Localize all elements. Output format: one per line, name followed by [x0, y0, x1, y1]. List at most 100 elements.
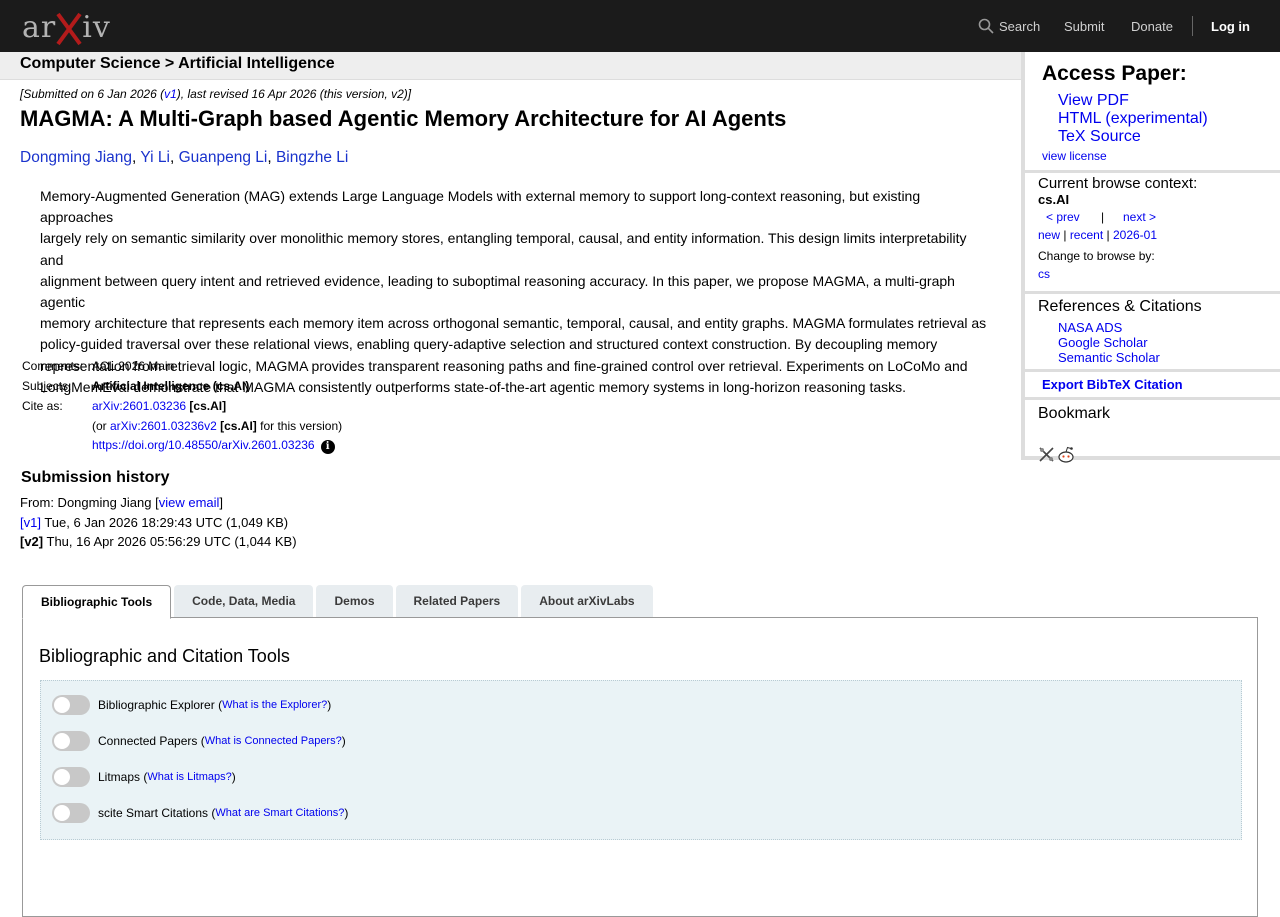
logo-suffix: iv: [82, 10, 111, 45]
dateline-v1-link[interactable]: v1: [164, 87, 177, 101]
refs-title: References & Citations: [1038, 298, 1202, 315]
next-link[interactable]: next >: [1123, 210, 1156, 224]
comments-value: ACL 2026 Main: [92, 359, 175, 373]
cite2-prefix: (or: [92, 419, 110, 433]
tool-label: Litmaps: [98, 770, 141, 784]
browse-context-box: Current browse context: cs.AI < prev | n…: [1025, 173, 1280, 294]
version-v2-date: Thu, 16 Apr 2026 05:56:29 UTC (1,044 KB): [43, 534, 297, 549]
google-scholar-link[interactable]: Google Scholar: [1058, 335, 1148, 350]
tab-panel: Bibliographic and Citation Tools Bibliog…: [22, 617, 1258, 917]
bookmark-icons: [1038, 446, 1075, 463]
tab-about-arxivlabs[interactable]: About arXivLabs: [521, 585, 653, 617]
month-link[interactable]: 2026-01: [1113, 228, 1157, 242]
cite-version-link[interactable]: arXiv:2601.03236v2: [110, 419, 217, 433]
submission-history: From: Dongming Jiang [view email] [v1] T…: [20, 493, 297, 552]
metadata-table: Comments: ACL 2026 Main Subjects: Artifi…: [22, 356, 342, 456]
labs-tab-bar: Bibliographic Tools Code, Data, Media De…: [22, 585, 656, 619]
export-box: Export BibTeX Citation: [1025, 372, 1280, 400]
references-citations-box: References & Citations NASA ADS Google S…: [1025, 294, 1280, 372]
connected-papers-toggle[interactable]: [52, 731, 90, 751]
bookmark-title: Bookmark: [1038, 405, 1111, 422]
tools-heading: Bibliographic and Citation Tools: [39, 646, 290, 666]
author-link[interactable]: Dongming Jiang: [20, 149, 132, 166]
access-paper-box: Access Paper: View PDF HTML (experimenta…: [1025, 52, 1280, 173]
paper-title: MAGMA: A Multi-Graph based Agentic Memor…: [20, 106, 787, 131]
nav-divider: [1192, 16, 1193, 36]
top-navbar: ar iv Search Submit Donate Log in: [0, 0, 1280, 52]
tool-label: Connected Papers: [98, 734, 198, 748]
view-license-link[interactable]: view license: [1042, 149, 1107, 163]
browse-cs-link[interactable]: cs: [1038, 267, 1050, 281]
reddit-icon[interactable]: [1057, 446, 1075, 463]
tex-source-link[interactable]: TeX Source: [1058, 128, 1141, 146]
bibsonomy-icon[interactable]: [1038, 446, 1055, 463]
tool-help-link[interactable]: What is the Explorer?: [222, 699, 327, 711]
donate-link[interactable]: Donate: [1131, 0, 1173, 52]
comments-label: Comments:: [22, 359, 84, 373]
abstract-line: memory architecture that represents each…: [40, 315, 987, 332]
cite-label: Cite as:: [22, 399, 63, 413]
author-link[interactable]: Guanpeng Li: [179, 149, 268, 166]
subjects-value: Artificial Intelligence (cs.AI): [92, 379, 250, 393]
semantic-scholar-link[interactable]: Semantic Scholar: [1058, 350, 1160, 365]
version-v1-date: Tue, 6 Jan 2026 18:29:43 UTC (1,049 KB): [40, 514, 289, 530]
submission-dateline: [Submitted on 6 Jan 2026 (v1), last revi…: [20, 87, 411, 101]
arxiv-logo[interactable]: ar iv: [22, 10, 111, 46]
info-circle-icon[interactable]: i: [320, 439, 335, 454]
author-list: Dongming Jiang, Yi Li, Guanpeng Li, Bing…: [20, 149, 349, 166]
recent-link[interactable]: recent: [1070, 228, 1103, 242]
author-link[interactable]: Bingzhe Li: [276, 149, 348, 166]
tool-row: Bibliographic Explorer (What is the Expl…: [52, 695, 331, 715]
dateline-prefix: [Submitted on 6 Jan 2026 (: [20, 87, 165, 101]
browse-links: new | recent | 2026-01: [1038, 228, 1158, 242]
right-sidebar: Access Paper: View PDF HTML (experimenta…: [1021, 52, 1280, 463]
cite2-category: [cs.AI]: [220, 419, 257, 433]
submit-link[interactable]: Submit: [1064, 0, 1104, 52]
litmaps-toggle[interactable]: [52, 767, 90, 787]
login-link[interactable]: Log in: [1211, 0, 1250, 52]
cite-category: [cs.AI]: [189, 399, 227, 413]
prev-next-divider: |: [1101, 210, 1105, 224]
access-paper-title: Access Paper:: [1042, 62, 1187, 85]
tab-related-papers[interactable]: Related Papers: [395, 585, 519, 617]
search-icon: [978, 18, 994, 34]
version-v2-label: [v2]: [20, 534, 44, 549]
new-link[interactable]: new: [1038, 228, 1060, 242]
nasa-ads-link[interactable]: NASA ADS: [1058, 320, 1122, 335]
view-pdf-link[interactable]: View PDF: [1058, 92, 1129, 110]
subjects-label: Subjects:: [22, 379, 72, 393]
breadcrumb: Computer Science > Artificial Intelligen…: [0, 52, 1021, 80]
tab-demos[interactable]: Demos: [316, 585, 393, 617]
context-value: cs.AI: [1038, 192, 1070, 207]
dateline-suffix: ), last revised 16 Apr 2026 (this versio…: [176, 87, 412, 101]
cite-id-link[interactable]: arXiv:2601.03236: [92, 399, 186, 413]
tool-help-link[interactable]: What is Litmaps?: [147, 771, 231, 783]
tool-row: Litmaps (What is Litmaps?): [52, 767, 236, 787]
export-bibtex-link[interactable]: Export BibTeX Citation: [1042, 377, 1183, 392]
prev-link[interactable]: < prev: [1046, 210, 1080, 224]
scite-toggle[interactable]: [52, 803, 90, 823]
author-link[interactable]: Yi Li: [140, 149, 170, 166]
logo-x-mark: [56, 10, 82, 46]
cite2-suffix: for this version): [256, 419, 343, 433]
search-label: Search: [999, 18, 1041, 34]
tool-help-link[interactable]: What is Connected Papers?: [205, 735, 342, 747]
tab-code-data-media[interactable]: Code, Data, Media: [174, 585, 314, 617]
tool-row: Connected Papers (What is Connected Pape…: [52, 731, 346, 751]
tool-label: Bibliographic Explorer: [98, 698, 215, 712]
view-email-link[interactable]: view email: [159, 495, 220, 510]
submission-history-heading: Submission history: [21, 469, 170, 486]
logo-prefix: ar: [22, 10, 57, 45]
bibliographic-explorer-toggle[interactable]: [52, 695, 90, 715]
html-experimental-link[interactable]: HTML (experimental): [1058, 110, 1208, 128]
doi-link[interactable]: https://doi.org/10.48550/arXiv.2601.0323…: [92, 438, 315, 452]
abstract-line: policy-guided traversal over these relat…: [40, 336, 938, 353]
history-from-suffix: ]: [219, 495, 224, 510]
version-v1-link[interactable]: [v1]: [20, 515, 41, 530]
abstract-line: largely rely on semantic similarity over…: [40, 230, 967, 268]
history-from: From: Dongming Jiang [: [20, 495, 159, 510]
change-browse-label: Change to browse by:: [1038, 249, 1155, 263]
tab-bibliographic-tools[interactable]: Bibliographic Tools: [22, 585, 172, 619]
search-link[interactable]: Search: [978, 0, 1040, 52]
tool-help-link[interactable]: What are Smart Citations?: [215, 807, 344, 819]
